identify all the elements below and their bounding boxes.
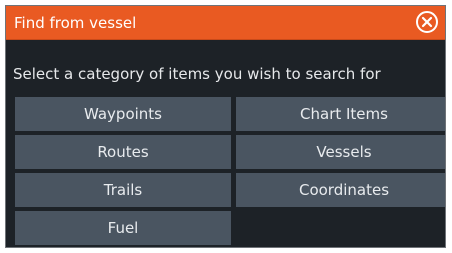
coordinates-button[interactable]: Coordinates (236, 173, 445, 207)
chart-items-button[interactable]: Chart Items (236, 97, 445, 131)
category-prompt: Select a category of items you wish to s… (13, 65, 381, 83)
waypoints-button[interactable]: Waypoints (15, 97, 231, 131)
close-button[interactable] (416, 11, 438, 33)
close-circle-icon (421, 16, 433, 28)
trails-button[interactable]: Trails (15, 173, 231, 207)
dialog-title: Find from vessel (14, 14, 137, 32)
dialog-title-bar: Find from vessel (6, 6, 445, 40)
fuel-button[interactable]: Fuel (15, 211, 231, 245)
routes-button[interactable]: Routes (15, 135, 231, 169)
find-from-vessel-dialog: Find from vessel Select a category of it… (5, 5, 446, 248)
vessels-button[interactable]: Vessels (236, 135, 445, 169)
